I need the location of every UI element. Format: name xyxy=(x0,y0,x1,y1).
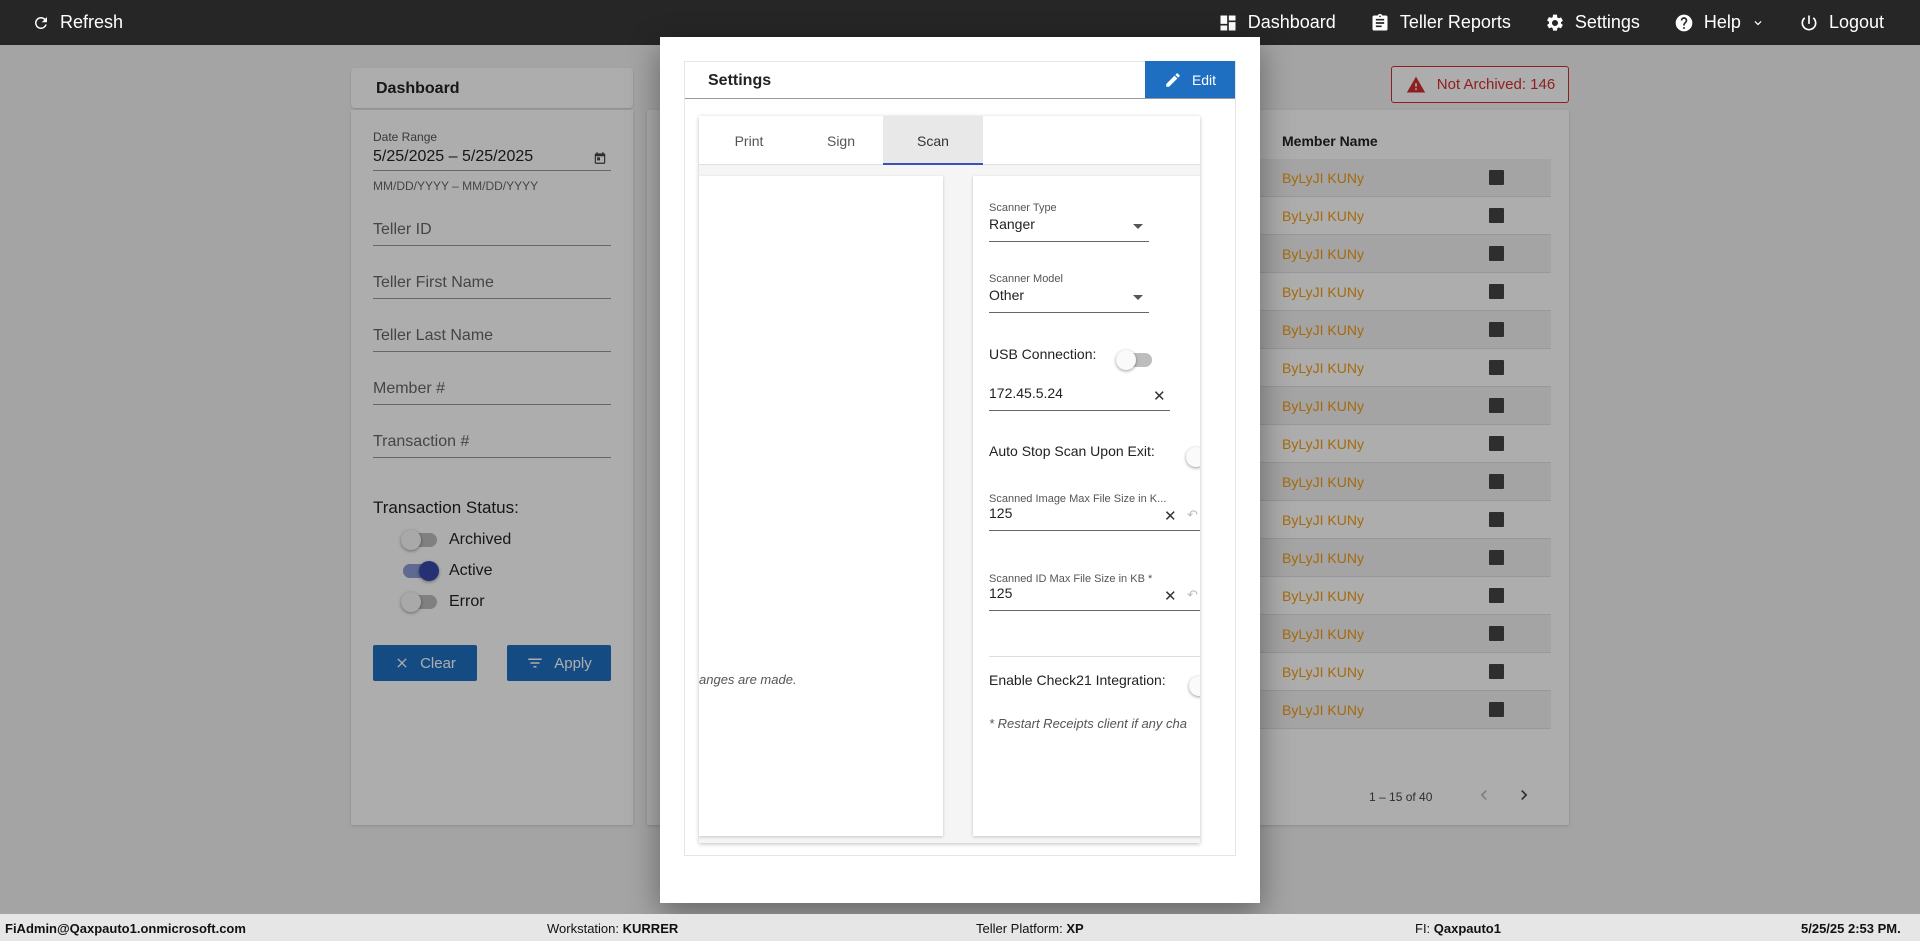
nav-settings[interactable]: Settings xyxy=(1545,12,1640,33)
pencil-icon xyxy=(1166,72,1180,87)
settings-tabs: Print Sign Scan xyxy=(699,116,1200,165)
status-bar: FiAdmin@Qaxpauto1.onmicrosoft.com Workst… xyxy=(0,914,1920,941)
dashboard-icon xyxy=(1220,15,1236,30)
dropdown-arrow-icon xyxy=(1133,295,1143,300)
nav-dashboard[interactable]: Dashboard xyxy=(1218,12,1336,33)
refresh-button[interactable]: Refresh xyxy=(32,0,123,45)
fi-value: Qaxpauto1 xyxy=(1433,921,1501,936)
nav-help-label: Help xyxy=(1703,12,1741,32)
ip-address-field[interactable]: 172.45.5.24 ✕ xyxy=(989,385,1170,411)
workstation-label: Workstation: xyxy=(547,921,620,936)
id-max-size-value: 125 xyxy=(989,585,1013,601)
settings-tab-panel: Print Sign Scan anges are made. Scanner … xyxy=(699,116,1200,843)
nav-logout-label: Logout xyxy=(1828,12,1884,32)
check21-toggle[interactable] xyxy=(1189,676,1200,696)
scanner-type-label: Scanner Type xyxy=(989,202,1057,214)
settings-dialog: Settings Edit Print Sign Scan anges are … xyxy=(660,37,1260,903)
auto-stop-scan-label: Auto Stop Scan Upon Exit: xyxy=(989,443,1155,459)
status-workstation: Workstation: KURRER xyxy=(547,921,678,936)
scanner-type-select[interactable]: Ranger xyxy=(989,216,1149,242)
ip-address-value: 172.45.5.24 xyxy=(989,385,1063,401)
id-max-size-field[interactable]: 125 ✕ ↶ xyxy=(989,585,1200,611)
status-platform: Teller Platform: XP xyxy=(976,921,1084,936)
clear-icon[interactable]: ✕ xyxy=(1164,587,1177,605)
active-tab-indicator xyxy=(883,163,983,165)
refresh-label: Refresh xyxy=(60,12,124,32)
platform-label: Teller Platform: xyxy=(976,921,1063,936)
scanner-type-value: Ranger xyxy=(989,216,1035,232)
nav-teller-reports[interactable]: Teller Reports xyxy=(1370,12,1511,33)
settings-dialog-body: Settings Edit Print Sign Scan anges are … xyxy=(684,61,1236,856)
status-datetime: 5/25/25 2:53 PM. xyxy=(1801,921,1901,936)
nav-teller-reports-label: Teller Reports xyxy=(1399,12,1511,32)
check21-label: Enable Check21 Integration: xyxy=(989,672,1166,688)
status-user: FiAdmin@Qaxpauto1.onmicrosoft.com xyxy=(5,921,246,936)
image-max-size-value: 125 xyxy=(989,505,1013,521)
workstation-value: KURRER xyxy=(622,921,679,936)
nav-settings-label: Settings xyxy=(1574,12,1640,32)
refresh-icon xyxy=(34,16,47,29)
tab-sign[interactable]: Sign xyxy=(791,116,891,165)
edit-label: Edit xyxy=(1191,71,1217,88)
undo-icon[interactable]: ↶ xyxy=(1187,587,1198,603)
usb-connection-toggle[interactable] xyxy=(1116,350,1152,370)
platform-value: XP xyxy=(1066,921,1084,936)
usb-connection-label: USB Connection: xyxy=(989,346,1097,362)
dropdown-arrow-icon xyxy=(1133,224,1143,229)
tab-scan[interactable]: Scan xyxy=(883,116,983,165)
fi-label: FI: xyxy=(1415,921,1431,936)
chevron-down-icon xyxy=(1754,20,1762,25)
image-max-size-field[interactable]: 125 ✕ ↶ xyxy=(989,505,1200,531)
dialog-title: Settings xyxy=(708,72,772,89)
auto-stop-scan-toggle[interactable] xyxy=(1186,447,1200,467)
gear-icon xyxy=(1547,14,1563,31)
clipboard-icon xyxy=(1372,13,1388,31)
edit-button[interactable]: Edit xyxy=(1145,61,1235,98)
tab-print[interactable]: Print xyxy=(699,116,799,165)
section-divider xyxy=(989,656,1200,657)
scan-settings-card: Scanner Type Ranger Scanner Model Other … xyxy=(973,176,1200,836)
sign-restart-note: anges are made. xyxy=(699,672,797,687)
scan-restart-note: * Restart Receipts client if any cha xyxy=(989,716,1187,731)
clear-icon[interactable]: ✕ xyxy=(1164,507,1177,525)
image-max-size-label: Scanned Image Max File Size in K... xyxy=(989,493,1167,505)
nav-logout[interactable]: Logout xyxy=(1799,12,1884,33)
undo-icon[interactable]: ↶ xyxy=(1187,507,1198,523)
nav-dashboard-label: Dashboard xyxy=(1247,12,1336,32)
sign-settings-card: anges are made. xyxy=(699,176,943,836)
scanner-model-value: Other xyxy=(989,287,1025,303)
scanner-model-select[interactable]: Other xyxy=(989,287,1149,313)
clear-icon[interactable]: ✕ xyxy=(1153,387,1166,405)
scanner-model-label: Scanner Model xyxy=(989,273,1063,285)
main-nav: Dashboard Teller Reports Settings Help L… xyxy=(1218,0,1884,45)
power-icon xyxy=(1801,15,1817,30)
status-fi: FI: Qaxpauto1 xyxy=(1415,921,1501,936)
nav-help[interactable]: Help xyxy=(1674,12,1765,33)
dialog-header: Settings Edit xyxy=(685,61,1235,99)
help-icon xyxy=(1675,14,1693,31)
id-max-size-label: Scanned ID Max File Size in KB * xyxy=(989,573,1153,585)
